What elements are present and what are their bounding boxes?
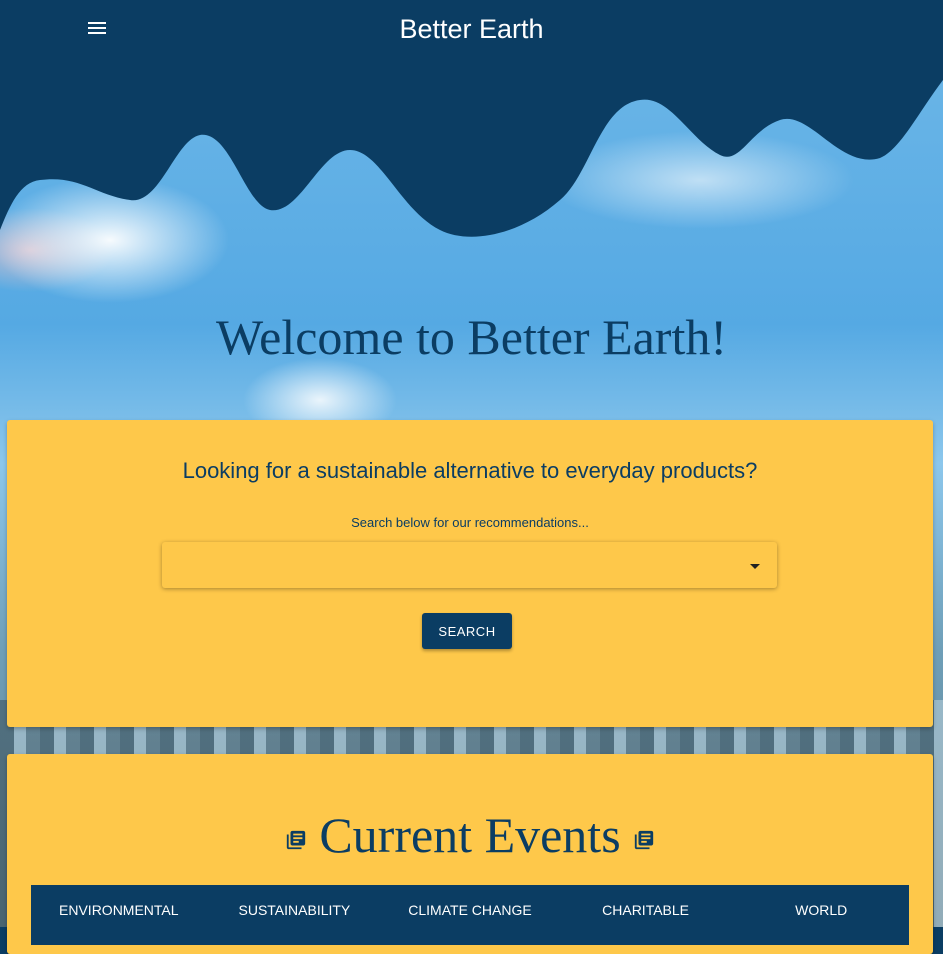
app-title: Better Earth — [399, 14, 544, 44]
current-events-heading: Current Events — [7, 806, 933, 864]
tab-climate-change[interactable]: CLIMATE CHANGE — [382, 885, 558, 945]
search-heading: Looking for a sustainable alternative to… — [182, 458, 758, 483]
search-button[interactable]: SEARCH — [422, 613, 512, 649]
events-tabs: ENVIRONMENTAL SUSTAINABILITY CLIMATE CHA… — [31, 885, 909, 945]
tab-world[interactable]: WORLD — [733, 885, 909, 945]
newspaper-icon — [287, 830, 306, 850]
product-select[interactable] — [162, 542, 777, 588]
top-app-bar: Better Earth — [0, 0, 943, 60]
current-events-title: Current Events — [319, 807, 621, 863]
newspaper-icon — [634, 830, 653, 850]
welcome-heading: Welcome to Better Earth! — [215, 309, 728, 365]
search-card: Looking for a sustainable alternative to… — [7, 420, 933, 727]
search-hint: Search below for our recommendations... — [351, 515, 589, 530]
caret-down-icon — [750, 564, 760, 569]
tab-charitable[interactable]: CHARITABLE — [558, 885, 734, 945]
current-events-card: Current Events ENVIRONMENTAL SUSTAINABIL… — [7, 754, 933, 954]
tab-sustainability[interactable]: SUSTAINABILITY — [207, 885, 383, 945]
tab-environmental[interactable]: ENVIRONMENTAL — [31, 885, 207, 945]
